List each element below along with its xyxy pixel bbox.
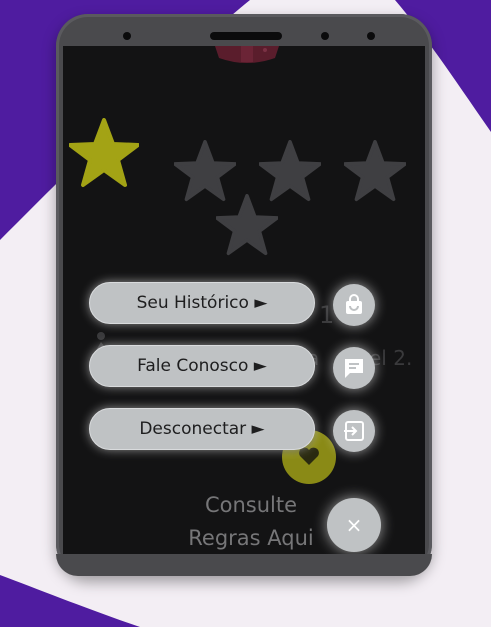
logout-icon-button[interactable] [333,410,375,452]
star-empty-icon [174,140,236,202]
level-number: 1 [319,301,335,329]
contact-icon-button[interactable] [333,347,375,389]
phone-screen: 1 a el 2. Consulte Regras Aqui Seu Histó… [63,46,425,561]
rules-line-2: Regras Aqui [188,526,314,550]
history-icon-button[interactable] [333,284,375,326]
star-empty-icon [216,194,278,256]
close-menu-button[interactable]: × [327,498,381,552]
phone-frame: 1 a el 2. Consulte Regras Aqui Seu Histó… [56,14,432,576]
rules-line-1: Consulte [204,493,298,517]
star-filled-icon [69,118,139,187]
contact-button[interactable]: Fale Conosco ► [89,345,315,387]
gift-box-icon [215,46,279,63]
speaker-slot [210,32,282,40]
sensor-dot [367,32,375,40]
progress-text-fragment: el 2. [369,346,413,370]
exit-icon [344,421,364,441]
star-empty-icon [259,140,321,202]
history-button[interactable]: Seu Histórico ► [89,282,315,324]
star-empty-icon [344,140,406,202]
camera-dot [123,32,131,40]
shopping-bag-icon [346,294,362,314]
logout-button[interactable]: Desconectar ► [89,408,315,450]
heart-icon [299,447,319,465]
phone-bottom-bezel [56,554,432,576]
rules-link[interactable]: Consulte Regras Aqui [167,489,335,555]
sensor-dot [321,32,329,40]
chat-bubble-icon [345,359,363,378]
close-icon: × [345,513,363,537]
